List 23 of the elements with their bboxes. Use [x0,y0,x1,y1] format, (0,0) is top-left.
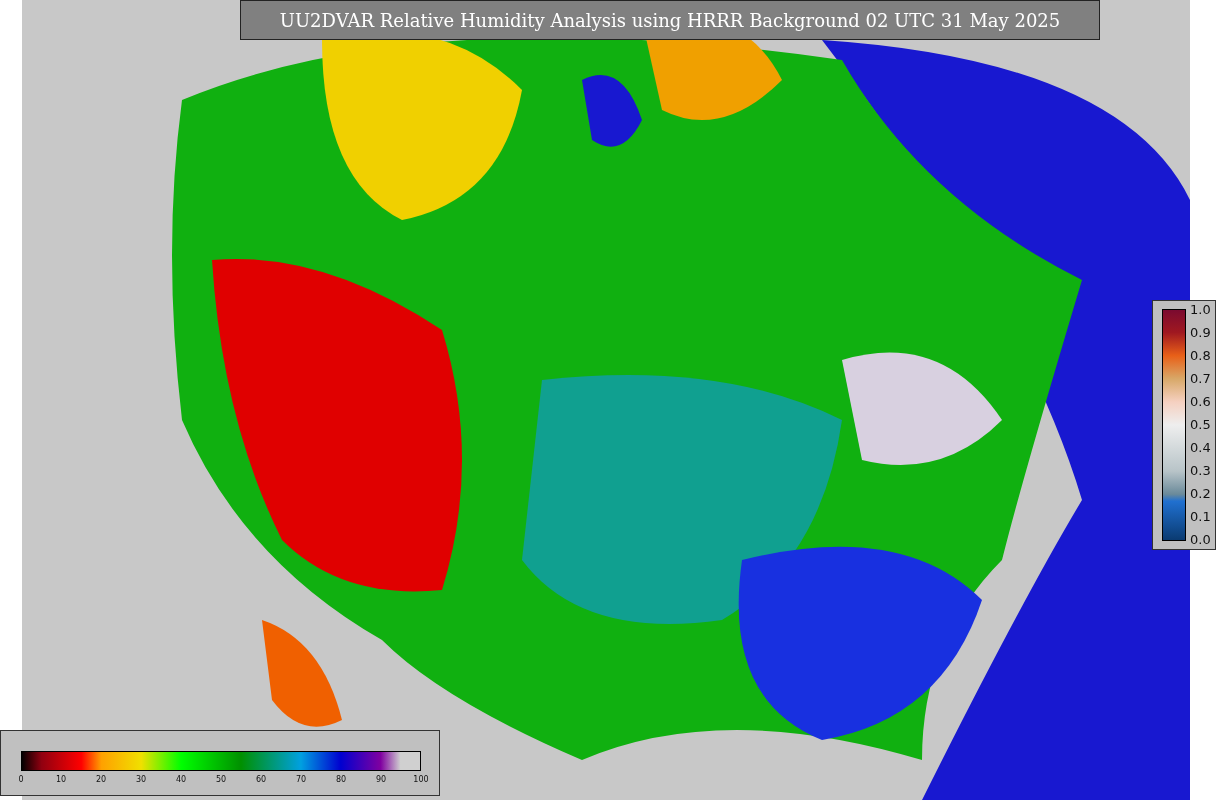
colorbar-tick-label: 1.0 [1190,303,1211,317]
colorbar-tick-label: 0.3 [1190,464,1211,478]
colorbar-tick-label: 10 [55,775,67,785]
colorbar-tick-label: 0.7 [1190,372,1211,386]
colorbar-tick-label: 0.8 [1190,349,1211,363]
colorbar-tick-label: 80 [335,775,347,785]
colorbar-tick-label: 0.9 [1190,326,1211,340]
colorbar-tick-label: 100 [413,775,429,785]
colorbar-tick-label: 0.4 [1190,441,1211,455]
map-title: UU2DVAR Relative Humidity Analysis using HRRR Background 02 UTC 31 May 2025 [240,0,1100,40]
colorbar-tick-label: 0.1 [1190,510,1211,524]
colorbar-tick-label: 70 [295,775,307,785]
colorbar-tick-label: 30 [135,775,147,785]
colorbar-tick-label: 0.2 [1190,487,1211,501]
colorbar-tick-label: 0.5 [1190,418,1211,432]
colorbar-tick-label: 0.6 [1190,395,1211,409]
colorbar-tick-label: 0 [18,775,24,785]
colorbar-tick-label: 50 [215,775,227,785]
colorbar-tick-label: 40 [175,775,187,785]
colorbar-tick-label: 60 [255,775,267,785]
colorbar-tick-label: 90 [375,775,387,785]
colorbar-tick-label: 20 [95,775,107,785]
colorbar-tick-label: 0.0 [1190,533,1211,547]
